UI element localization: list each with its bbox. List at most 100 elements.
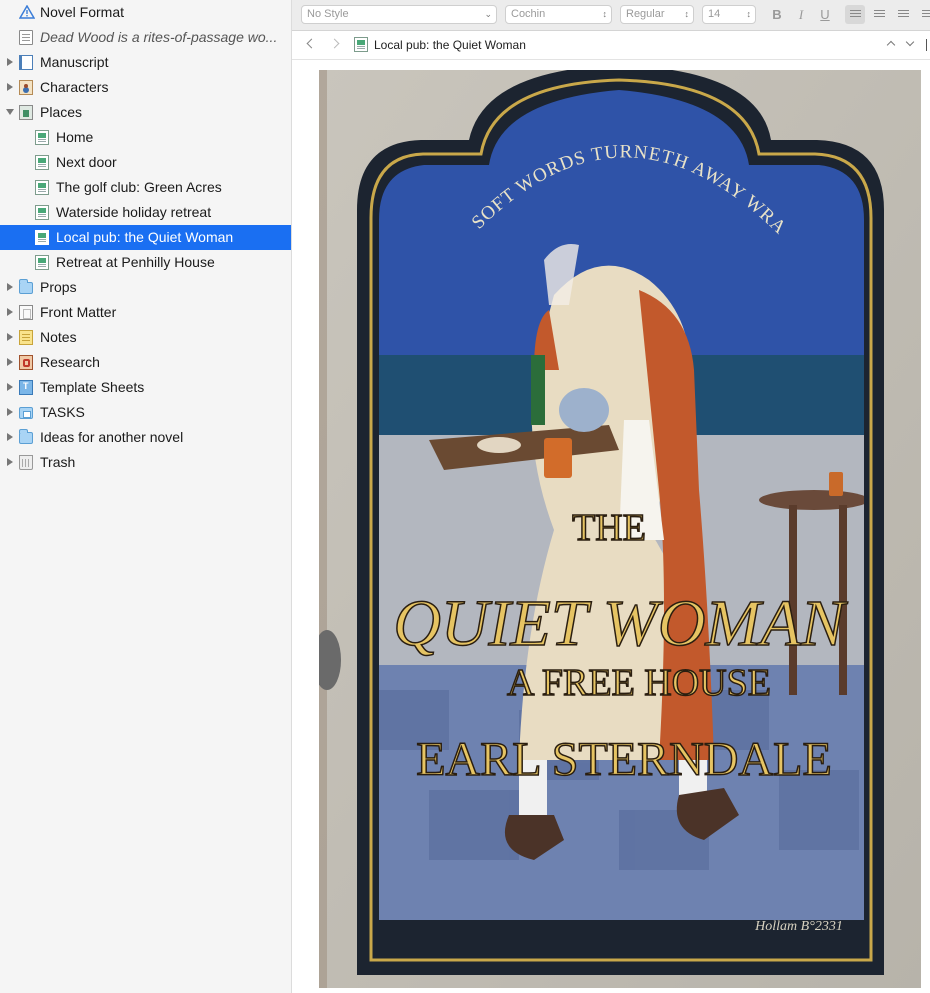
setting-sheet-icon: [35, 255, 49, 270]
binder-item[interactable]: Front Matter: [0, 300, 291, 325]
binder-item[interactable]: Ideas for another novel: [0, 425, 291, 450]
setting-sheet-icon: [35, 155, 49, 170]
font-family-value: Cochin: [511, 8, 546, 20]
binder-item-label: Manuscript: [40, 54, 109, 70]
front-matter-icon: [19, 305, 33, 320]
binder-item[interactable]: Characters: [0, 75, 291, 100]
style-select-value: No Style: [307, 8, 349, 20]
binder-item[interactable]: Props: [0, 275, 291, 300]
stepper-icon: ↕: [746, 9, 752, 19]
disclosure-collapsed-icon[interactable]: [5, 82, 15, 92]
align-justify-button[interactable]: [917, 5, 930, 24]
sign-artist-signature: Hollam B°2331: [754, 919, 843, 934]
split-toggle-icon[interactable]: [926, 39, 930, 51]
font-weight-select[interactable]: Regular ↕: [620, 5, 694, 24]
align-right-button[interactable]: [893, 5, 913, 24]
binder-item[interactable]: Manuscript: [0, 50, 291, 75]
disclosure-collapsed-icon[interactable]: [5, 407, 15, 417]
stepper-icon: ↕: [602, 9, 608, 19]
document-title: Local pub: the Quiet Woman: [374, 38, 526, 52]
binder-item-label: Template Sheets: [40, 379, 145, 395]
binder-item-label: Retreat at Penhilly House: [56, 254, 215, 270]
binder-item[interactable]: Waterside holiday retreat: [0, 200, 291, 225]
binder-item-label: Ideas for another novel: [40, 429, 184, 445]
binder-item[interactable]: Retreat at Penhilly House: [0, 250, 291, 275]
align-center-button[interactable]: [869, 5, 889, 24]
sign-line-3: A FREE HOUSE: [507, 662, 771, 704]
binder-item-label: Props: [40, 279, 77, 295]
binder-item[interactable]: Home: [0, 125, 291, 150]
binder-item[interactable]: TASKS: [0, 400, 291, 425]
binder-item-label: Research: [40, 354, 100, 370]
underline-button[interactable]: U: [815, 5, 835, 24]
previous-document-icon[interactable]: [885, 39, 897, 49]
disclosure-collapsed-icon[interactable]: [5, 432, 15, 442]
binder-item[interactable]: Places: [0, 100, 291, 125]
characters-icon: [19, 80, 33, 95]
binder-item[interactable]: Template Sheets: [0, 375, 291, 400]
synopsis-doc-icon: [19, 30, 33, 45]
back-arrow-icon[interactable]: [304, 37, 318, 51]
disclosure-collapsed-icon[interactable]: [5, 357, 15, 367]
binder-item[interactable]: Local pub: the Quiet Woman: [0, 225, 291, 250]
chevron-down-icon: ⌄: [484, 9, 492, 19]
disclosure-collapsed-icon[interactable]: [5, 332, 15, 342]
setting-sheet-icon: [35, 205, 49, 220]
binder-item[interactable]: Research: [0, 350, 291, 375]
setting-sheet-icon: [35, 130, 49, 145]
binder-item-label: Next door: [56, 154, 117, 170]
binder-item-label: Novel Format: [40, 4, 125, 20]
binder-item[interactable]: Notes: [0, 325, 291, 350]
places-icon: [19, 105, 33, 120]
disclosure-collapsed-icon[interactable]: [5, 382, 15, 392]
template-sheets-icon: [19, 380, 33, 395]
sign-line-1: THE: [572, 507, 646, 549]
document-icon: [354, 37, 368, 52]
binder-item-label: Home: [56, 129, 94, 145]
disclosure-collapsed-icon[interactable]: [5, 57, 15, 67]
forward-arrow-icon[interactable]: [330, 37, 344, 51]
trash-icon: [19, 455, 33, 470]
disclosure-collapsed-icon[interactable]: [5, 307, 15, 317]
binder-item[interactable]: Next door: [0, 150, 291, 175]
disclosure-expanded-icon[interactable]: [5, 107, 15, 117]
align-right-icon: [898, 10, 909, 19]
editor-pane[interactable]: SOFT WORDS TURNETH AWAY WRATH. THE QUIET…: [292, 60, 930, 993]
editor-header-bar: Local pub: the Quiet Woman: [292, 31, 930, 60]
binder-item[interactable]: Novel Format: [0, 0, 291, 25]
font-family-select[interactable]: Cochin ↕: [505, 5, 612, 24]
binder-item-label: Waterside holiday retreat: [56, 204, 212, 220]
binder-item-label: TASKS: [40, 404, 85, 420]
align-left-icon: [850, 10, 861, 19]
next-document-icon[interactable]: [904, 39, 916, 49]
binder-item-label: Places: [40, 104, 83, 120]
bold-button[interactable]: B: [767, 5, 787, 24]
align-center-icon: [874, 10, 885, 19]
align-left-button[interactable]: [845, 5, 865, 24]
warning-icon: [18, 4, 36, 19]
stepper-icon: ↕: [684, 9, 690, 19]
setting-sheet-icon: [35, 230, 49, 245]
pub-sign-illustration: SOFT WORDS TURNETH AWAY WRATH. THE QUIET…: [319, 70, 921, 988]
folder-icon: [19, 429, 33, 444]
binder-item-label: The golf club: Green Acres: [56, 179, 222, 195]
binder-item[interactable]: The golf club: Green Acres: [0, 175, 291, 200]
binder-item-label: Notes: [40, 329, 77, 345]
sign-line-4: EARL STERNDALE: [416, 733, 832, 786]
disclosure-collapsed-icon[interactable]: [5, 282, 15, 292]
pub-sign-photo: SOFT WORDS TURNETH AWAY WRATH. THE QUIET…: [319, 70, 921, 988]
manuscript-icon: [19, 55, 33, 70]
italic-button[interactable]: I: [791, 5, 811, 24]
font-size-value: 14: [708, 8, 721, 20]
sign-line-2: QUIET WOMAN: [393, 587, 849, 660]
style-select[interactable]: No Style ⌄: [301, 5, 497, 24]
binder-item-label: Local pub: the Quiet Woman: [56, 229, 234, 245]
binder-item[interactable]: Dead Wood is a rites-of-passage wo...: [0, 25, 291, 50]
research-icon: [19, 355, 33, 370]
tasks-folder-icon: [19, 407, 33, 419]
disclosure-collapsed-icon[interactable]: [5, 457, 15, 467]
folder-icon: [19, 279, 33, 294]
binder-item-label: Characters: [40, 79, 109, 95]
binder-item[interactable]: Trash: [0, 450, 291, 475]
font-size-select[interactable]: 14 ↕: [702, 5, 756, 24]
